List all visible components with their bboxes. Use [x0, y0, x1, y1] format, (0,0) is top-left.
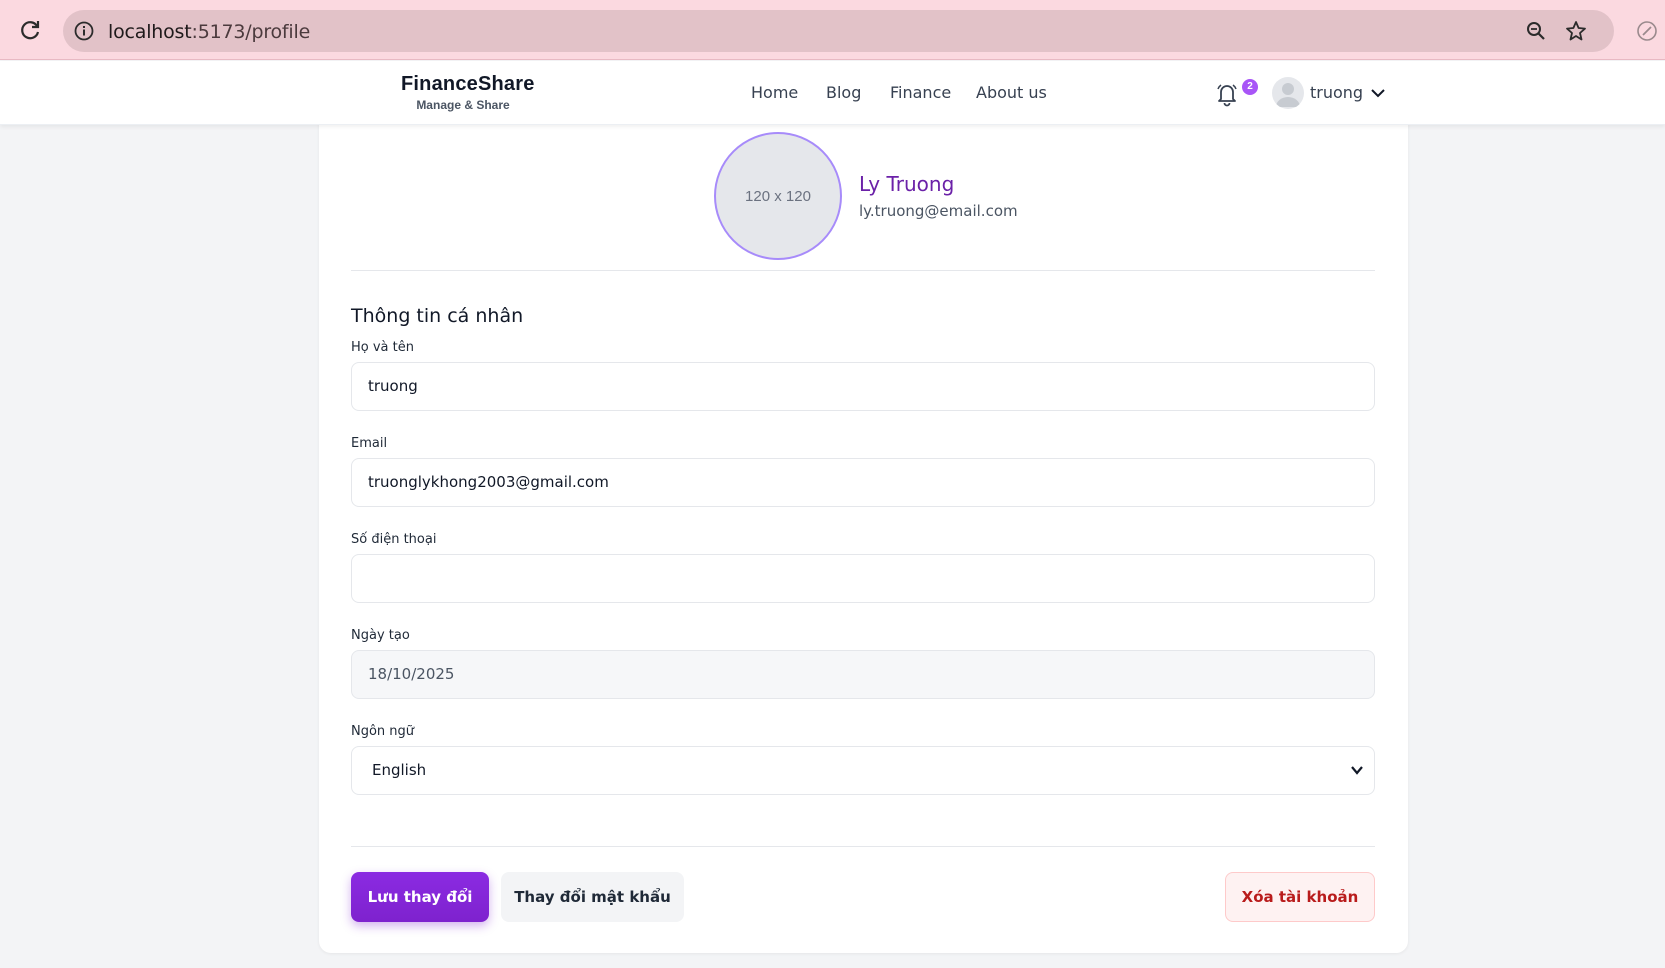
nav-home[interactable]: Home: [751, 83, 798, 102]
url-text[interactable]: localhost:5173/profile: [108, 21, 310, 43]
extension-icon[interactable]: [1636, 20, 1658, 42]
notification-badge: 2: [1242, 79, 1258, 95]
brand-logo[interactable]: FinanceShare Manage & Share: [401, 73, 535, 112]
change-password-button[interactable]: Thay đổi mật khẩu: [501, 872, 684, 922]
language-select[interactable]: English: [351, 746, 1375, 795]
notification-bell-icon[interactable]: [1215, 81, 1239, 107]
site-header: FinanceShare Manage & Share Home Blog Fi…: [0, 61, 1665, 125]
language-selected-value: English: [372, 761, 427, 779]
brand-name: FinanceShare: [401, 73, 535, 95]
email-input[interactable]: truonglykhong2003@gmail.com: [351, 458, 1375, 507]
brand-tagline: Manage & Share: [416, 98, 510, 112]
bookmark-star-icon[interactable]: [1565, 20, 1587, 42]
divider: [351, 846, 1375, 847]
fullname-input[interactable]: truong: [351, 362, 1375, 411]
fullname-label: Họ và tên: [351, 340, 414, 355]
phone-label: Số điện thoại: [351, 532, 437, 547]
profile-avatar[interactable]: 120 x 120: [714, 132, 842, 260]
phone-input[interactable]: [351, 554, 1375, 603]
profile-display-name: Ly Truong: [859, 172, 955, 196]
nav-blog[interactable]: Blog: [826, 83, 861, 102]
section-title: Thông tin cá nhân: [351, 305, 524, 327]
divider: [351, 270, 1375, 271]
created-date-field: 18/10/2025: [351, 650, 1375, 699]
avatar-person-icon: [1276, 83, 1300, 107]
user-avatar[interactable]: [1272, 77, 1304, 109]
language-label: Ngôn ngữ: [351, 724, 415, 739]
profile-card: [319, 100, 1408, 953]
email-label: Email: [351, 436, 388, 451]
nav-finance[interactable]: Finance: [890, 83, 951, 102]
user-menu-name[interactable]: truong: [1310, 83, 1363, 102]
save-changes-button[interactable]: Lưu thay đổi: [351, 872, 489, 922]
delete-account-button[interactable]: Xóa tài khoản: [1225, 872, 1375, 922]
site-info-icon[interactable]: [73, 20, 95, 42]
reload-icon[interactable]: [18, 18, 42, 42]
address-bar[interactable]: localhost:5173/profile: [63, 10, 1614, 52]
created-date-label: Ngày tạo: [351, 628, 410, 643]
avatar-placeholder-text: 120 x 120: [745, 187, 811, 205]
profile-display-email: ly.truong@email.com: [859, 202, 1018, 220]
browser-toolbar: localhost:5173/profile: [0, 0, 1665, 60]
nav-about-us[interactable]: About us: [976, 83, 1047, 102]
chevron-down-icon: [1351, 766, 1363, 775]
chevron-down-icon[interactable]: [1368, 83, 1388, 103]
zoom-icon[interactable]: [1525, 20, 1547, 42]
